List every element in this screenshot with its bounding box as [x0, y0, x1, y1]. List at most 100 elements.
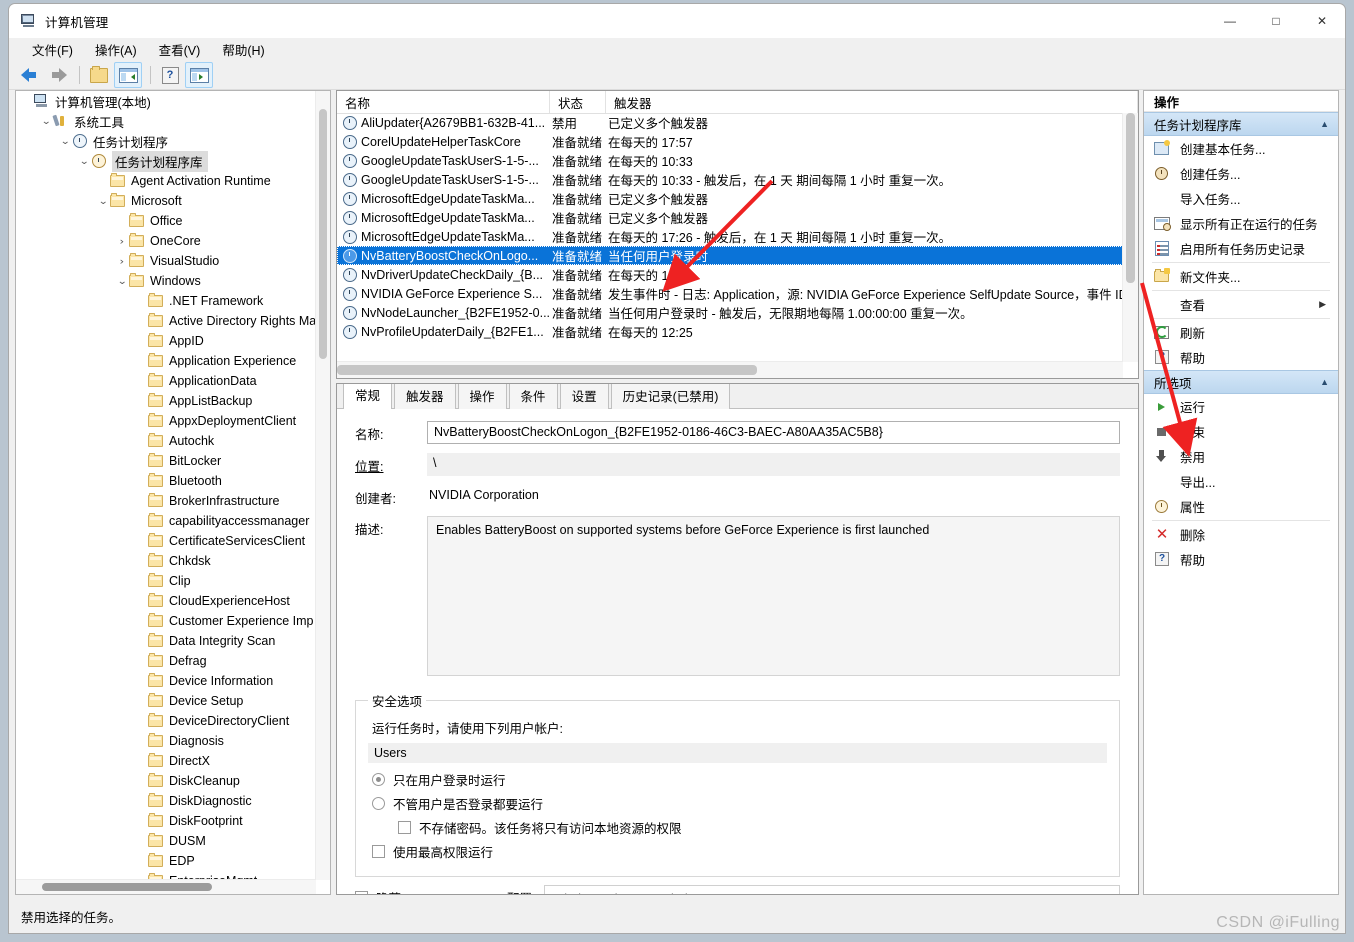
tree-item[interactable]: › VisualStudio [16, 251, 316, 271]
chevron-down-icon[interactable]: ⌄ [58, 134, 72, 148]
chevron-right-icon[interactable]: › [115, 234, 129, 248]
action-menu-item[interactable]: 禁用 [1144, 444, 1338, 469]
tree-item[interactable]: Application Experience [16, 351, 316, 371]
up-folder-button[interactable] [86, 63, 112, 87]
tree-item[interactable]: AppxDeploymentClient [16, 411, 316, 431]
close-button[interactable]: ✕ [1299, 4, 1345, 38]
task-list-row[interactable]: MicrosoftEdgeUpdateTaskMa... 准备就绪 在每天的 17:… [337, 227, 1123, 246]
tree-item[interactable]: Defrag [16, 651, 316, 671]
security-option-radio[interactable] [372, 797, 385, 810]
tree-vertical-scrollbar[interactable] [315, 91, 330, 880]
security-option-checkbox[interactable] [372, 845, 385, 858]
tree-horizontal-scroll-thumb[interactable] [42, 883, 212, 891]
details-tab[interactable]: 触发器 [394, 384, 456, 409]
chevron-down-icon[interactable]: ⌄ [115, 274, 129, 288]
tree-item[interactable]: AppListBackup [16, 391, 316, 411]
action-menu-item[interactable]: 导入任务... [1144, 186, 1338, 211]
tree-item[interactable]: DeviceDirectoryClient [16, 711, 316, 731]
action-menu-item[interactable]: 导出... [1144, 469, 1338, 494]
actions-group-header[interactable]: 所选项 ▲ [1144, 370, 1338, 394]
action-menu-item[interactable]: 查看 ▶ [1144, 292, 1338, 317]
tree-item[interactable]: EDP [16, 851, 316, 871]
task-list-vertical-scrollbar[interactable] [1122, 113, 1138, 362]
action-menu-item[interactable]: 运行 [1144, 394, 1338, 419]
details-tab[interactable]: 操作 [457, 384, 507, 409]
configure-for-select[interactable]: Windows Vista™、Windows Server™ 2008 ⌄ [543, 885, 1120, 894]
task-list-row[interactable]: NvBatteryBoostCheckOnLogo... 准备就绪 当任何用户登录时 [337, 246, 1123, 265]
action-menu-item[interactable]: 创建任务... [1144, 161, 1338, 186]
action-menu-item[interactable]: 结束 [1144, 419, 1338, 444]
column-header-status[interactable]: 状态 [550, 91, 606, 113]
show-hide-action-pane-button[interactable] [185, 62, 213, 88]
tree-item[interactable]: BitLocker [16, 451, 316, 471]
menu-view[interactable]: 查看(V) [150, 38, 210, 61]
chevron-down-icon[interactable]: ⌄ [77, 154, 91, 168]
tree-item[interactable]: Bluetooth [16, 471, 316, 491]
security-option-row[interactable]: 不管用户是否登录都要运行 [368, 794, 1107, 813]
tree-scroll-area[interactable]: 计算机管理(本地) ⌄ 系统工具 ⌄ 任务计划程序 ⌄ 任务计划程序库 Agent Activ… [16, 91, 316, 880]
tree-item[interactable]: DUSM [16, 831, 316, 851]
action-menu-item[interactable]: 属性 [1144, 494, 1338, 519]
tree-item[interactable]: DiskFootprint [16, 811, 316, 831]
tree-item[interactable]: 计算机管理(本地) [16, 91, 316, 111]
tree-item[interactable]: ⌄ 系统工具 [16, 111, 316, 131]
details-tab[interactable]: 常规 [343, 384, 393, 409]
back-button[interactable] [17, 63, 43, 87]
action-menu-item[interactable]: 创建基本任务... [1144, 136, 1338, 161]
task-list-row[interactable]: AliUpdater{A2679BB1-632B-41... 禁用 已定义多个触发器 [337, 113, 1123, 132]
security-option-row[interactable]: 使用最高权限运行 [368, 842, 1107, 861]
tree-item[interactable]: ⌄ 任务计划程序 [16, 131, 316, 151]
tree-item[interactable]: › OneCore [16, 231, 316, 251]
chevron-up-icon[interactable]: ▲ [1320, 119, 1329, 129]
tree-item[interactable]: ⌄ 任务计划程序库 [16, 150, 316, 172]
action-menu-item[interactable]: ✕ 删除 [1144, 522, 1338, 547]
column-header-triggers[interactable]: 触发器 [606, 91, 1138, 113]
name-field-value[interactable]: NvBatteryBoostCheckOnLogon_{B2FE1952-018… [427, 421, 1120, 444]
tree-item[interactable]: Device Setup [16, 691, 316, 711]
menu-action[interactable]: 操作(A) [86, 38, 146, 61]
task-list-vertical-scroll-thumb[interactable] [1126, 113, 1135, 283]
tree-item[interactable]: ⌄ Microsoft [16, 191, 316, 211]
tree-horizontal-scrollbar[interactable] [16, 879, 316, 894]
security-option-checkbox[interactable] [398, 821, 411, 834]
minimize-button[interactable]: — [1207, 4, 1253, 38]
tree-item[interactable]: ⌄ Windows [16, 271, 316, 291]
task-list-row[interactable]: NvNodeLauncher_{B2FE1952-0... 准备就绪 当任何用户登录… [337, 303, 1123, 322]
tree-item[interactable]: Active Directory Rights Ma [16, 311, 316, 331]
tree-item[interactable]: capabilityaccessmanager [16, 511, 316, 531]
tree-vertical-scroll-thumb[interactable] [319, 109, 327, 359]
column-header-name[interactable]: 名称 [337, 91, 550, 113]
tree-item[interactable]: Device Information [16, 671, 316, 691]
tree-item[interactable]: Diagnosis [16, 731, 316, 751]
action-menu-item[interactable]: 刷新 [1144, 320, 1338, 345]
chevron-up-icon[interactable]: ▲ [1320, 377, 1329, 387]
action-menu-item[interactable]: 新文件夹... [1144, 264, 1338, 289]
hidden-checkbox[interactable] [355, 890, 368, 894]
tree-item[interactable]: .NET Framework [16, 291, 316, 311]
menu-help[interactable]: 帮助(H) [213, 38, 273, 61]
task-list-row[interactable]: MicrosoftEdgeUpdateTaskMa... 准备就绪 已定义多个触发器 [337, 189, 1123, 208]
actions-group-header[interactable]: 任务计划程序库 ▲ [1144, 112, 1338, 136]
show-hide-console-tree-button[interactable] [114, 62, 142, 88]
security-option-row[interactable]: 不存储密码。该任务将只有访问本地资源的权限 [368, 818, 1107, 837]
tree-item[interactable]: ApplicationData [16, 371, 316, 391]
tree-item[interactable]: DiskDiagnostic [16, 791, 316, 811]
task-list-row[interactable]: GoogleUpdateTaskUserS-1-5-... 准备就绪 在每天的 10… [337, 170, 1123, 189]
menu-file[interactable]: 文件(F) [23, 38, 82, 61]
help-button[interactable]: ? [157, 63, 183, 87]
details-tab[interactable]: 设置 [559, 384, 609, 409]
tree-item[interactable]: Agent Activation Runtime [16, 171, 316, 191]
tree-item[interactable]: Clip [16, 571, 316, 591]
tree-item[interactable]: DirectX [16, 751, 316, 771]
maximize-button[interactable]: □ [1253, 4, 1299, 38]
chevron-down-icon[interactable]: ⌄ [96, 194, 110, 208]
task-list-horizontal-scrollbar[interactable] [337, 361, 1123, 378]
task-list-horizontal-scroll-thumb[interactable] [337, 365, 757, 375]
description-field-value[interactable]: Enables BatteryBoost on supported system… [427, 516, 1120, 676]
task-list-row[interactable]: MicrosoftEdgeUpdateTaskMa... 准备就绪 已定义多个触发器 [337, 208, 1123, 227]
action-menu-item[interactable]: 显示所有正在运行的任务 [1144, 211, 1338, 236]
tree-item[interactable]: Data Integrity Scan [16, 631, 316, 651]
tree-item[interactable]: Chkdsk [16, 551, 316, 571]
chevron-right-icon[interactable]: › [115, 254, 129, 268]
security-option-row[interactable]: 只在用户登录时运行 [368, 770, 1107, 789]
